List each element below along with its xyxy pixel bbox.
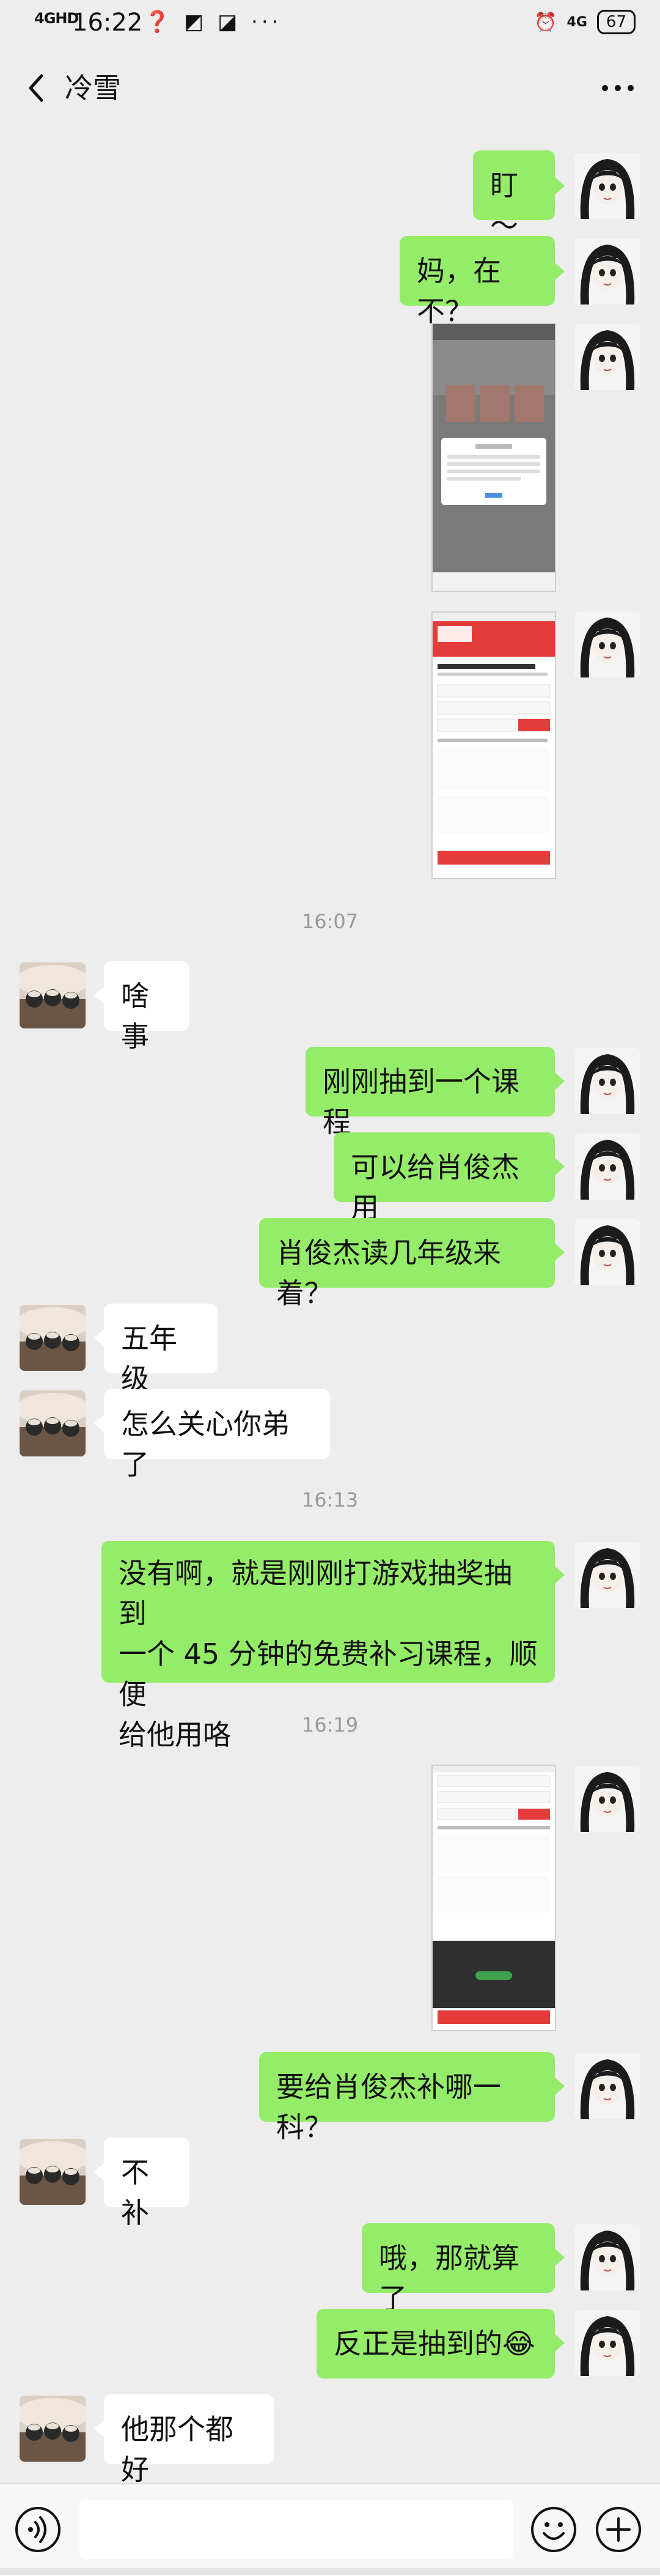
status-time: 16:22	[72, 9, 143, 37]
timestamp: 16:19	[301, 1713, 359, 1736]
voice-icon[interactable]	[13, 2505, 62, 2554]
message-bubble[interactable]: 没有啊，就是刚刚打游戏抽奖抽到 一个 45 分钟的免费补习课程，顺便 给他用咯	[101, 1541, 555, 1751]
message-bubble[interactable]: 肖俊杰读几年级来着？	[259, 1218, 555, 1310]
contact-avatar[interactable]	[20, 962, 86, 1028]
chat-title[interactable]: 冷雪	[65, 70, 121, 106]
plus-icon[interactable]	[594, 2505, 643, 2554]
message-line: 一个 45 分钟的免费补习课程，顺便	[119, 1637, 538, 1711]
image-message[interactable]	[431, 611, 556, 879]
message-bubble[interactable]: 反正是抽到的😂	[317, 2309, 555, 2379]
my-avatar[interactable]	[574, 324, 640, 390]
image-message[interactable]	[431, 1765, 556, 2031]
bubble-tail	[554, 1071, 565, 1091]
my-avatar[interactable]	[574, 1766, 640, 1832]
bubble-tail	[554, 1242, 565, 1262]
message-input[interactable]	[79, 2500, 513, 2559]
network-indicator: 4G	[566, 14, 587, 30]
my-avatar[interactable]	[574, 1048, 640, 1114]
contact-avatar[interactable]	[20, 2139, 86, 2205]
contact-avatar[interactable]	[20, 1390, 86, 1456]
my-avatar[interactable]	[574, 238, 640, 304]
status-bar: 4GHD 16:22 ❓ ◩ ◪ ··· ⏰ 4G 67	[0, 0, 660, 55]
message-bubble[interactable]: 怎么关心你弟了	[104, 1389, 330, 1481]
message-bubble[interactable]: 不补	[104, 2138, 189, 2229]
my-avatar[interactable]	[574, 2053, 640, 2119]
alarm-icon: ⏰	[534, 11, 557, 33]
notification-icons: ❓ ◩ ◪ ···	[144, 10, 282, 34]
message-bubble[interactable]: 哦，那就算了	[362, 2223, 555, 2315]
message-bubble[interactable]: 要给肖俊杰补哪一科？	[259, 2052, 555, 2144]
my-avatar[interactable]	[574, 1542, 640, 1608]
my-avatar[interactable]	[574, 1219, 640, 1285]
my-avatar[interactable]	[574, 2224, 640, 2290]
bubble-tail	[554, 1157, 565, 1176]
battery-indicator: 67	[596, 10, 636, 34]
message-bubble[interactable]: 啥事	[104, 961, 189, 1053]
bubble-tail	[554, 176, 565, 196]
emoji-icon[interactable]	[529, 2505, 578, 2554]
status-right: ⏰ 4G 67	[534, 10, 636, 34]
input-bar	[0, 2483, 660, 2576]
message-bubble[interactable]: 他那个都好	[104, 2394, 274, 2486]
contact-avatar[interactable]	[20, 1305, 86, 1371]
chat-header: 冷雪	[0, 55, 660, 125]
my-avatar[interactable]	[574, 611, 640, 677]
message-bubble[interactable]: 妈，在不？	[400, 236, 555, 328]
bubble-tail	[554, 2333, 565, 2353]
message-bubble[interactable]: 盯～	[473, 150, 555, 242]
my-avatar[interactable]	[574, 1134, 640, 1200]
my-avatar[interactable]	[574, 2310, 640, 2376]
image-message[interactable]	[431, 323, 556, 592]
bubble-tail	[554, 262, 565, 281]
bubble-tail	[554, 1565, 565, 1585]
bubble-tail	[554, 2076, 565, 2096]
message-bubble[interactable]: 可以给肖俊杰用	[334, 1132, 555, 1224]
gesture-bar	[0, 2568, 660, 2575]
bubble-tail	[554, 2248, 565, 2267]
chevron-left-icon[interactable]	[20, 70, 56, 106]
message-bubble[interactable]: 五年级	[104, 1304, 218, 1395]
more-horizontal-icon[interactable]	[596, 70, 639, 106]
my-avatar[interactable]	[574, 153, 640, 219]
contact-avatar[interactable]	[20, 2396, 86, 2462]
timestamp: 16:07	[301, 910, 359, 933]
message-line: 没有啊，就是刚刚打游戏抽奖抽到	[119, 1557, 512, 1630]
timestamp: 16:13	[301, 1488, 359, 1511]
message-bubble[interactable]: 刚刚抽到一个课程	[306, 1047, 555, 1139]
